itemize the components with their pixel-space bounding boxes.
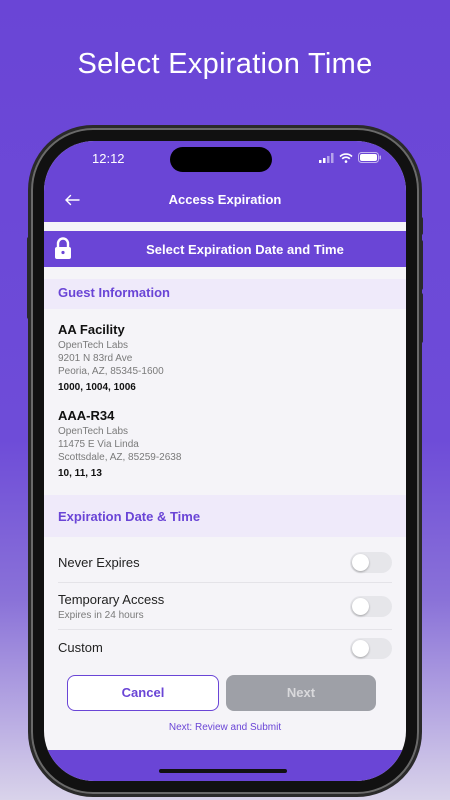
option-custom[interactable]: Custom [44,630,406,676]
status-icons [319,152,382,163]
toggle-knob [352,554,369,571]
banner-text: Select Expiration Date and Time [146,242,344,257]
site-units: 1000, 1004, 1006 [58,382,136,393]
guest-info-header: Guest Information [44,279,406,309]
option-sublabel: Expires in 24 hours [58,610,144,621]
cancel-button[interactable]: Cancel [67,675,219,711]
site-name: AA Facility [58,322,125,337]
signal-icon [319,152,334,163]
phone-screen: 12:12 Access Expiration Select Expiratio… [44,141,406,781]
site-city: Scottsdale, AZ, 85259-2638 [58,452,182,463]
option-label: Custom [58,640,103,655]
site-street: 9201 N 83rd Ave [58,353,133,364]
never-expires-toggle[interactable] [350,552,392,573]
next-button[interactable]: Next [226,675,376,711]
site-card: AAA-R34 OpenTech Labs 11475 E Via Linda … [58,408,378,479]
phone-frame: 12:12 Access Expiration Select Expiratio… [31,128,419,794]
page-title: Access Expiration [168,192,282,207]
app-bar: 12:12 Access Expiration [44,141,406,222]
expiration-header: Expiration Date & Time [44,495,406,537]
temporary-access-toggle[interactable] [350,596,392,617]
instruction-banner: Select Expiration Date and Time [44,231,406,267]
site-street: 11475 E Via Linda [58,439,139,450]
home-indicator[interactable] [159,769,287,773]
bottom-bar [44,750,406,781]
toggle-knob [352,640,369,657]
battery-icon [358,152,381,163]
site-company: OpenTech Labs [58,340,129,351]
site-name: AAA-R34 [58,408,115,423]
status-time: 12:12 [92,151,125,166]
promo-headline: Select Expiration Time [77,48,373,80]
site-units: 10, 11, 13 [58,468,102,479]
wifi-icon [339,152,353,163]
site-city: Peoria, AZ, 85345-1600 [58,366,164,377]
site-card: AA Facility OpenTech Labs 9201 N 83rd Av… [58,322,378,393]
toggle-knob [352,598,369,615]
custom-toggle[interactable] [350,638,392,659]
option-label: Temporary Access [58,592,165,607]
site-company: OpenTech Labs [58,426,129,437]
option-never-expires[interactable]: Never Expires [44,539,406,585]
next-step-hint: Next: Review and Submit [168,722,282,733]
option-temporary-access[interactable]: Temporary Access Expires in 24 hours [44,583,406,629]
dynamic-island [170,147,272,172]
option-label: Never Expires [58,555,140,570]
